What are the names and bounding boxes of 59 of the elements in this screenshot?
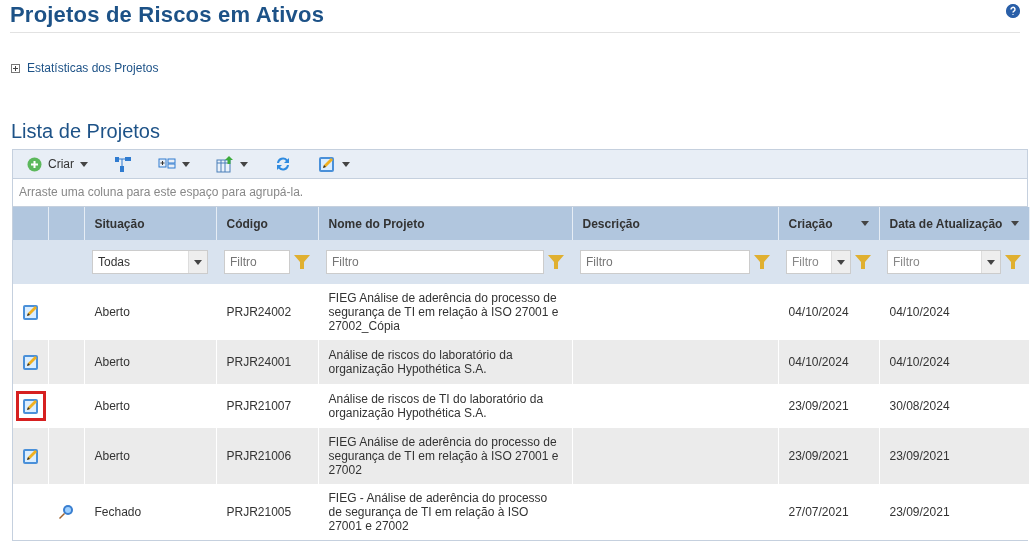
table-cell: 04/10/2024 [889,355,950,369]
table-cell: Aberto [94,449,130,463]
caret-icon [80,161,88,167]
caret-icon [837,259,845,265]
column-header[interactable]: Situação [84,207,216,240]
stats-link[interactable]: Estatísticas dos Projetos [27,61,159,75]
table-cell: FIEG Análise de aderência do processo de segurança de TI em relação à ISO 27001 e 27002 [328,435,559,477]
filter-field[interactable]: Filtro [224,250,290,274]
section-title: Lista de Projetos [11,120,161,143]
table-cell: 23/09/2021 [889,449,950,463]
expand-icon[interactable] [11,63,20,73]
page-title: Projetos de Riscos em Ativos [10,2,325,28]
filter-dropdown[interactable]: Filtro [786,250,851,274]
column-header[interactable]: Criação [778,207,879,240]
help-icon[interactable] [1006,4,1020,18]
hierarchy-icon[interactable] [114,155,132,173]
edit-icon[interactable] [17,392,45,420]
table-cell: FIEG - Análise de aderência do processo de segurança de TI em relação à ISO 27001 e 27002 [328,491,548,533]
filter-dropdown[interactable]: Filtro [887,250,1001,274]
caret-icon [240,161,248,167]
caret-icon [342,161,350,167]
table-cell: PRJR21006 [226,449,292,463]
table-cell: FIEG Análise de aderência do processo de segurança de TI em relação à ISO 27001 e 27002_Cópia [328,291,559,333]
table-cell: Análise de riscos do laboratório da organização Hypothética S.A. [328,348,513,376]
filter-field[interactable]: Filtro [326,250,544,274]
table-cell: 30/08/2024 [889,399,950,413]
column-header[interactable]: Nome do Projeto [318,207,572,240]
columns-button[interactable] [158,157,190,171]
caret-icon [182,161,190,167]
table-cell: 04/10/2024 [788,305,849,319]
table-cell: 23/09/2021 [889,505,950,519]
edit-menu-button[interactable] [318,155,350,173]
table-cell: Aberto [94,355,130,369]
table-cell: PRJR21007 [226,399,292,413]
table-cell: Fechado [94,505,142,519]
create-button[interactable]: Criar [27,156,88,172]
table-cell: 23/09/2021 [788,449,849,463]
caret-icon [1010,221,1019,226]
table-cell: 23/09/2021 [788,399,849,413]
table-cell: Aberto [94,399,130,413]
refresh-icon[interactable] [274,155,292,173]
column-header[interactable]: Data de Atualização [879,207,1029,240]
caret-icon [860,221,869,226]
table-cell: Aberto [94,305,130,319]
table-cell: 04/10/2024 [889,305,950,319]
caret-icon [987,259,995,265]
plus-icon [27,156,42,172]
table-cell: Análise de riscos de TI do laboratório da organização Hypothética S.A. [328,392,544,420]
table-cell: 27/07/2021 [788,505,849,519]
status-dropdown[interactable]: Todas [92,250,208,274]
caret-icon [194,259,202,265]
table-cell: PRJR24001 [226,355,292,369]
column-header[interactable]: Código [216,207,318,240]
column-header[interactable]: Descrição [572,207,778,240]
table-cell: PRJR24002 [226,305,292,319]
table-cell: 04/10/2024 [788,355,849,369]
filter-field[interactable]: Filtro [580,250,750,274]
table-cell: PRJR21005 [226,505,292,519]
export-button[interactable] [216,155,248,173]
